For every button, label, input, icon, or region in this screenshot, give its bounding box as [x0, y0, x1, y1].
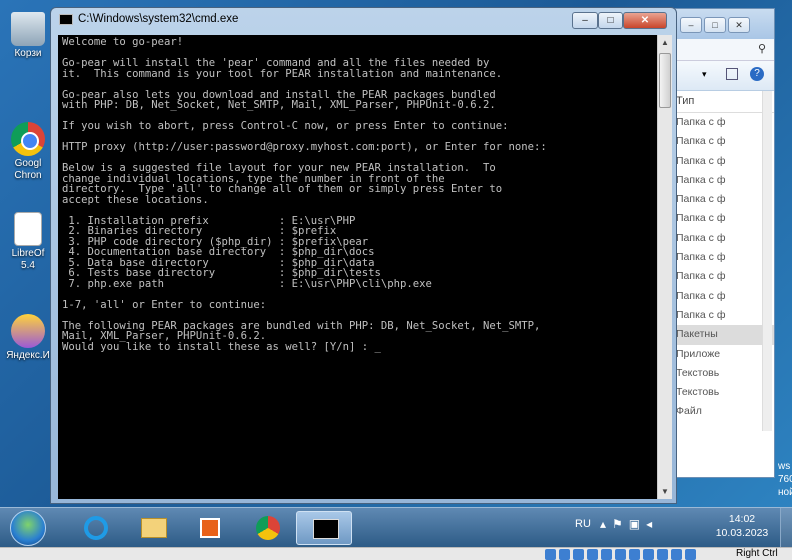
maximize-button[interactable]: □ — [598, 12, 623, 29]
keyboard-icon[interactable] — [685, 549, 696, 560]
start-button[interactable] — [10, 510, 46, 546]
maximize-icon[interactable]: □ — [704, 17, 726, 33]
taskbar: RU ▴⚑▣◂ 14:02 10.03.2023 — [0, 507, 792, 548]
host-key-label: Right Ctrl — [736, 548, 778, 559]
taskbar-cmd[interactable] — [296, 511, 352, 545]
clock-date: 10.03.2023 — [715, 527, 769, 539]
chrome-icon — [256, 516, 280, 540]
close-button[interactable]: ✕ — [623, 12, 667, 29]
desktop-icon-libreoffice[interactable]: LibreOf 5.4 — [2, 212, 54, 272]
window-title: C:\Windows\system32\cmd.exe — [78, 13, 239, 25]
desktop-icon-label: LibreOf 5.4 — [11, 248, 45, 271]
cmd-window[interactable]: C:\Windows\system32\cmd.exe – □ ✕ Welcom… — [50, 7, 677, 504]
minimize-button[interactable]: – — [572, 12, 598, 29]
volume-icon[interactable]: ◂ — [646, 517, 658, 531]
minimize-icon[interactable]: – — [680, 17, 702, 33]
network-icon[interactable]: ▣ — [629, 517, 646, 531]
taskbar-internet-explorer[interactable] — [68, 511, 124, 545]
preview-pane-icon[interactable] — [726, 68, 738, 80]
console-area[interactable]: Welcome to go-pear! Go-pear will install… — [58, 35, 657, 499]
show-hidden-icons-icon[interactable]: ▴ — [600, 517, 612, 531]
internet-explorer-icon — [84, 516, 108, 540]
chrome-icon — [11, 122, 45, 156]
flag-icon[interactable]: ⚑ — [612, 517, 629, 531]
recording-icon[interactable] — [643, 549, 654, 560]
desktop-icon-recycle-bin[interactable]: Корзи — [2, 12, 54, 60]
language-indicator[interactable]: RU — [575, 518, 591, 530]
tray-icons[interactable]: ▴⚑▣◂ — [600, 517, 658, 531]
scroll-down-icon[interactable]: ▼ — [658, 484, 672, 499]
hard-disk-icon[interactable] — [545, 549, 556, 560]
audio-icon[interactable] — [573, 549, 584, 560]
desktop-icon-chrome[interactable]: Googl Chron — [2, 122, 54, 182]
cmd-icon[interactable] — [59, 14, 73, 25]
explorer-scrollbar[interactable] — [762, 91, 772, 431]
search-icon[interactable]: ⚲ — [758, 42, 766, 55]
clock-time: 14:02 — [728, 513, 756, 525]
desktop-icon-label: Яндекс.И — [6, 350, 50, 361]
side-text-line: 7601 — [778, 474, 792, 485]
cmd-titlebar[interactable]: C:\Windows\system32\cmd.exe – □ ✕ — [51, 8, 676, 32]
taskbar-office[interactable] — [182, 511, 238, 545]
desktop-icon-yandex[interactable]: Яндекс.И — [2, 314, 54, 362]
shared-folder-icon[interactable] — [615, 549, 626, 560]
scroll-up-icon[interactable]: ▲ — [658, 35, 672, 50]
scrollbar-thumb[interactable] — [659, 53, 671, 108]
vm-device-icons — [545, 549, 696, 560]
recycle-bin-icon — [11, 12, 45, 46]
cpu-icon[interactable] — [657, 549, 668, 560]
side-text-line: ной — [778, 487, 792, 498]
console-scrollbar[interactable]: ▲ ▼ — [657, 35, 672, 499]
close-icon[interactable]: ✕ — [728, 17, 750, 33]
mouse-integration-icon[interactable] — [671, 549, 682, 560]
chevron-down-icon[interactable]: ▾ — [702, 69, 707, 80]
vm-status-bar: Right Ctrl — [0, 547, 792, 560]
taskbar-chrome[interactable] — [239, 511, 295, 545]
office-icon — [200, 518, 220, 538]
side-text-line: ws 7 — [778, 461, 792, 472]
console-output: Welcome to go-pear! Go-pear will install… — [62, 36, 547, 353]
document-icon — [14, 212, 42, 246]
help-icon[interactable]: ? — [750, 67, 764, 81]
taskbar-explorer[interactable] — [125, 511, 181, 545]
show-desktop-button[interactable] — [780, 508, 792, 548]
yandex-icon — [11, 314, 45, 348]
desktop-side-text: ws 7 7601 ной — [778, 460, 792, 499]
optical-drive-icon[interactable] — [559, 549, 570, 560]
network-adapter-icon[interactable] — [587, 549, 598, 560]
cmd-icon — [313, 519, 339, 539]
desktop-icon-label: Корзи — [14, 48, 42, 59]
clock[interactable]: 14:02 10.03.2023 — [712, 512, 772, 540]
display-icon[interactable] — [629, 549, 640, 560]
desktop-icon-label: Googl Chron — [14, 158, 42, 181]
folder-icon — [141, 518, 167, 538]
usb-icon[interactable] — [601, 549, 612, 560]
